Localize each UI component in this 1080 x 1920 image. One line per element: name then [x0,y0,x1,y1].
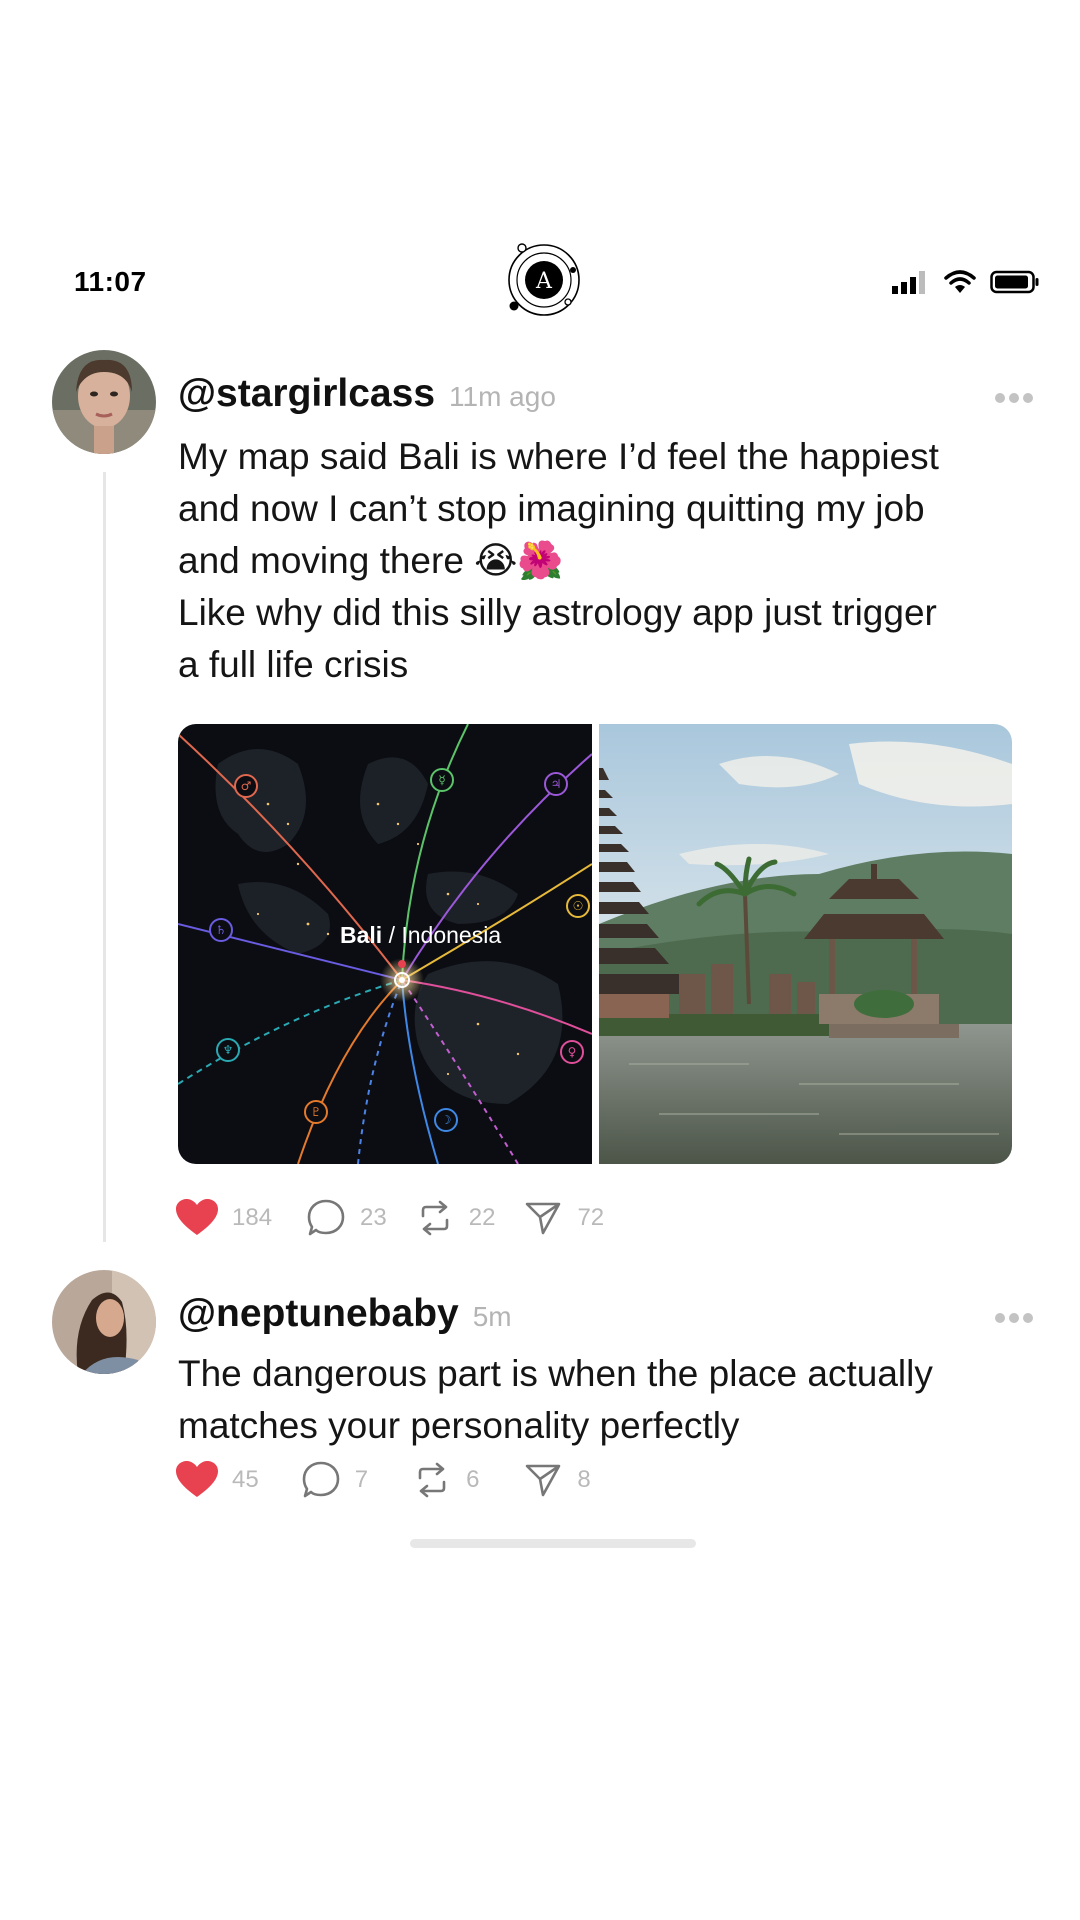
post-actions: 184 23 22 72 [176,1198,604,1238]
repost-icon [418,1462,446,1498]
comment-count: 7 [354,1466,369,1493]
send-icon [526,1202,561,1235]
heart-icon [176,1461,218,1497]
more-options-icon[interactable] [994,392,1034,404]
repost-button[interactable]: 22 [415,1198,496,1238]
battery-icon [990,270,1039,294]
svg-text:♃: ♃ [551,777,562,791]
astrology-app-logo-icon: A [508,243,580,316]
heart-icon [176,1199,218,1235]
share-button[interactable]: 72 [523,1198,604,1238]
svg-text:☽: ☽ [441,1113,452,1127]
comment-button[interactable]: 7 [301,1460,368,1500]
post-body-line: and moving there 😭🌺 [178,540,564,581]
thread-line [103,472,106,1242]
comment-icon [307,1199,345,1236]
post-time: 11m ago [449,381,556,412]
svg-text:♀: ♀ [568,1045,577,1059]
svg-text:♇: ♇ [311,1105,322,1119]
repost-count: 22 [468,1204,496,1231]
repost-count: 6 [466,1466,480,1493]
post-body-line: and now I can’t stop imagining quitting … [178,488,925,529]
post-actions: 45 7 6 8 [176,1460,591,1500]
like-button[interactable]: 184 [176,1199,272,1237]
astro-map-image[interactable]: ♂ ☿ ♃ ☉ ♄ ♆ ♇ ☽ ♀ Bali / Indonesia [178,724,592,1164]
comment-count: 23 [360,1204,387,1231]
comment-icon [302,1461,340,1498]
post-body: The dangerous part is when the place act… [178,1348,933,1452]
send-icon [526,1464,561,1497]
svg-text:☉: ☉ [573,899,584,913]
avatar[interactable] [52,350,156,454]
post-body-line: matches your personality perfectly [178,1405,740,1446]
temple-photo-graphic [599,724,1012,1164]
home-indicator[interactable] [410,1539,696,1548]
share-count: 72 [577,1204,605,1231]
like-count: 184 [232,1204,273,1231]
post-body: My map said Bali is where I’d feel the h… [178,431,939,691]
svg-text:♂: ♂ [241,779,252,793]
post-time: 5m [472,1301,512,1332]
map-label-city: Bali [340,922,383,948]
logo-letter: A [535,269,553,294]
share-button[interactable]: 8 [523,1460,591,1500]
avatar[interactable] [52,1270,156,1374]
map-label-country: / Indonesia [382,922,502,948]
avatar-neptunebaby [52,1270,156,1374]
status-icons [892,270,1040,294]
post-body-line: Like why did this silly astrology app ju… [178,592,937,633]
more-options-icon[interactable] [994,1312,1034,1324]
post-header: @stargirlcass 11m ago [178,372,556,416]
repost-icon [421,1200,449,1236]
share-count: 8 [577,1466,591,1493]
avatar-stargirlcass [52,350,156,454]
post-handle[interactable]: @neptunebaby [178,1292,459,1336]
comment-button[interactable]: 23 [306,1198,387,1238]
svg-text:☿: ☿ [438,773,445,787]
map-location-label: Bali / Indonesia [340,922,501,949]
like-button[interactable]: 45 [176,1461,259,1499]
signal-icon [892,271,925,294]
post-body-line: The dangerous part is when the place act… [178,1353,933,1394]
app-logo[interactable]: A [504,240,584,320]
post-media[interactable]: ♂ ☿ ♃ ☉ ♄ ♆ ♇ ☽ ♀ Bali / Indonesia [178,724,1012,1164]
post-body-line: My map said Bali is where I’d feel the h… [178,436,939,477]
bali-temple-photo[interactable] [599,724,1012,1164]
status-time: 11:07 [74,266,147,297]
svg-text:♄: ♄ [216,923,227,937]
like-count: 45 [232,1466,259,1493]
repost-button[interactable]: 6 [412,1460,479,1500]
post-header: @neptunebaby 5m [178,1292,512,1336]
wifi-icon [944,270,976,293]
post-body-line: a full life crisis [178,644,409,685]
svg-text:♆: ♆ [223,1043,234,1057]
post-handle[interactable]: @stargirlcass [178,372,435,416]
